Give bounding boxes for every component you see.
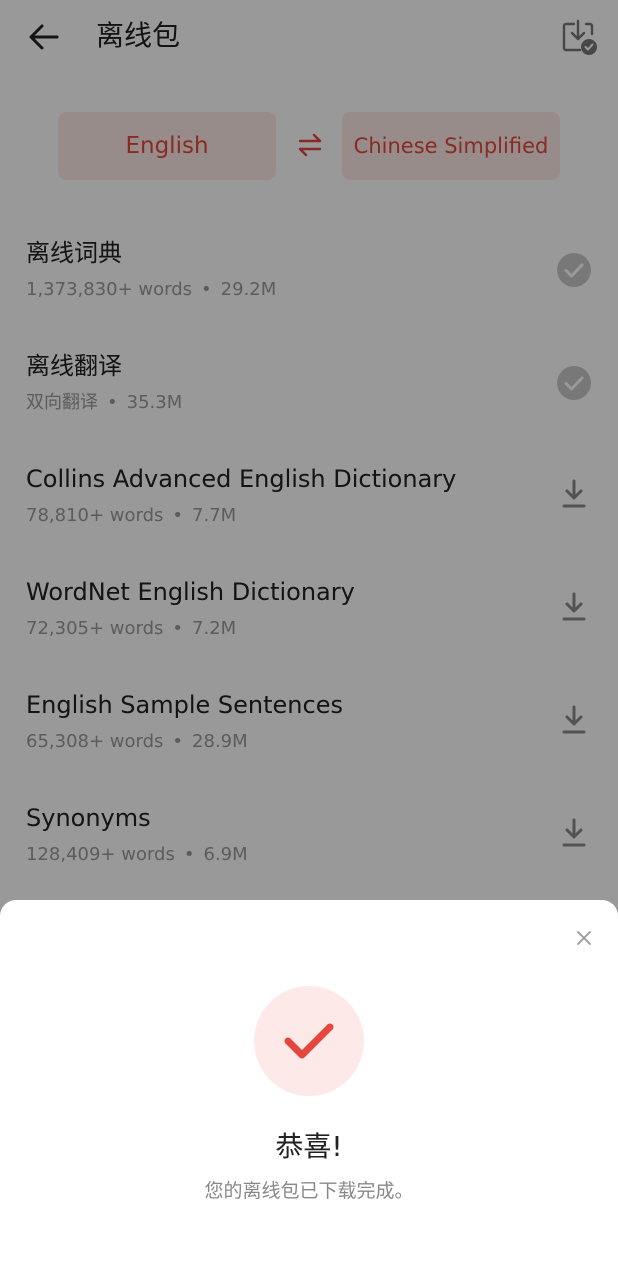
dialog-title: 恭喜!	[275, 1130, 343, 1163]
close-icon	[577, 931, 591, 945]
close-button[interactable]	[570, 924, 598, 952]
download-complete-sheet: 恭喜! 您的离线包已下载完成。	[0, 900, 618, 1280]
checkmark-icon	[284, 1023, 334, 1059]
dialog-message: 您的离线包已下载完成。	[204, 1180, 414, 1202]
success-badge	[254, 986, 364, 1096]
